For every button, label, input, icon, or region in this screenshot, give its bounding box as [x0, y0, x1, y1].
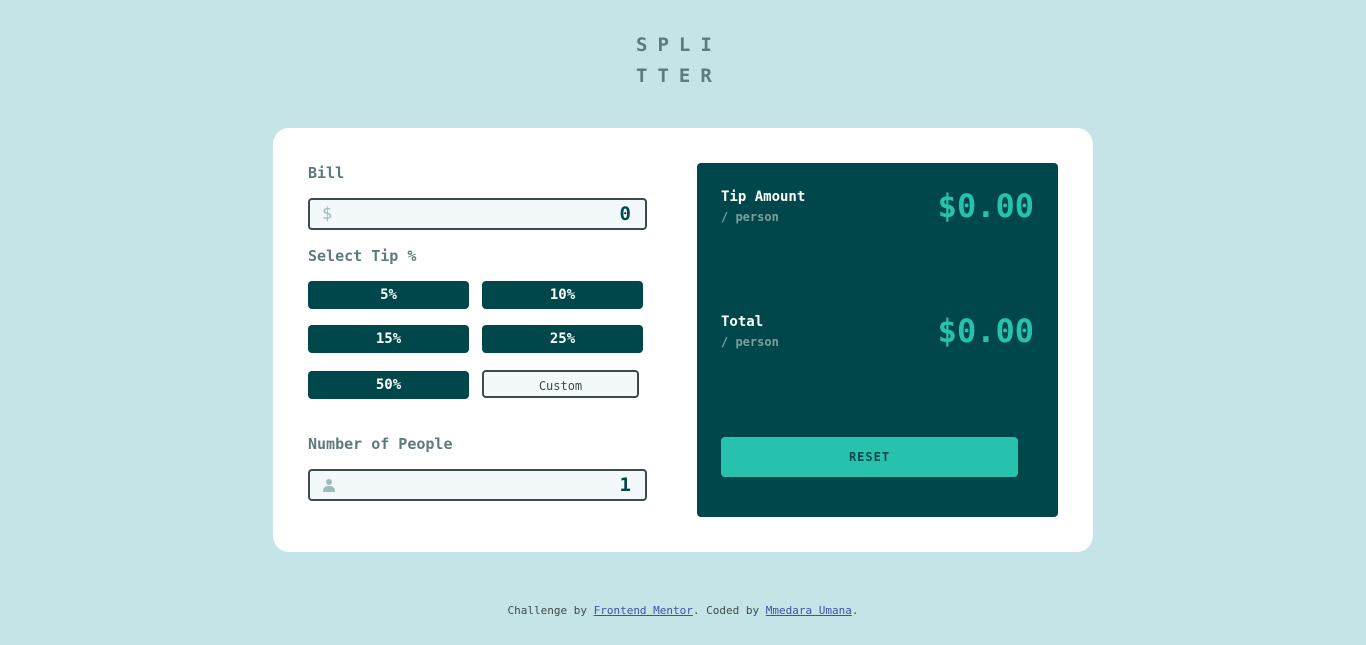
bill-input[interactable] [351, 200, 631, 228]
person-icon [323, 479, 335, 492]
total-value: $0.00 [937, 312, 1034, 350]
people-label: Number of People [308, 435, 453, 453]
footer-middle: . Coded by [692, 604, 766, 617]
tip-amount-label: Tip Amount [721, 189, 806, 205]
people-input[interactable] [351, 471, 631, 499]
results-panel: Tip Amount / person $0.00 Total / person… [697, 163, 1058, 517]
total-per-person: / person [721, 335, 779, 349]
tip-25-button[interactable]: 25% [482, 325, 643, 353]
select-tip-label: Select Tip % [308, 247, 417, 265]
tip-15-button[interactable]: 15% [308, 325, 469, 353]
dollar-icon: $ [322, 204, 333, 224]
total-label: Total [721, 314, 764, 330]
app-logo: SPLI TTER [636, 30, 732, 92]
attribution-footer: Challenge by Frontend Mentor. Coded by M… [0, 604, 1366, 617]
people-field[interactable] [308, 469, 647, 501]
tip-5-button[interactable]: 5% [308, 281, 469, 309]
logo-line-1: SPLI [636, 34, 722, 56]
tip-amount-value: $0.00 [937, 187, 1034, 225]
author-link[interactable]: Mmedara Umana [766, 604, 852, 617]
bill-label: Bill [308, 164, 345, 182]
tip-50-button[interactable]: 50% [308, 371, 469, 399]
frontend-mentor-link[interactable]: Frontend Mentor [594, 604, 693, 617]
reset-button[interactable]: RESET [721, 437, 1018, 477]
logo-line-2: TTER [636, 65, 722, 87]
custom-tip-input[interactable]: Custom [482, 370, 639, 398]
tip-10-button[interactable]: 10% [482, 281, 643, 309]
footer-prefix: Challenge by [507, 604, 594, 617]
calculator-card: Bill $ Select Tip % 5% 10% 15% 25% 50% C… [273, 128, 1093, 552]
tip-amount-per-person: / person [721, 210, 779, 224]
bill-field[interactable]: $ [308, 198, 647, 230]
footer-suffix: . [851, 604, 859, 617]
